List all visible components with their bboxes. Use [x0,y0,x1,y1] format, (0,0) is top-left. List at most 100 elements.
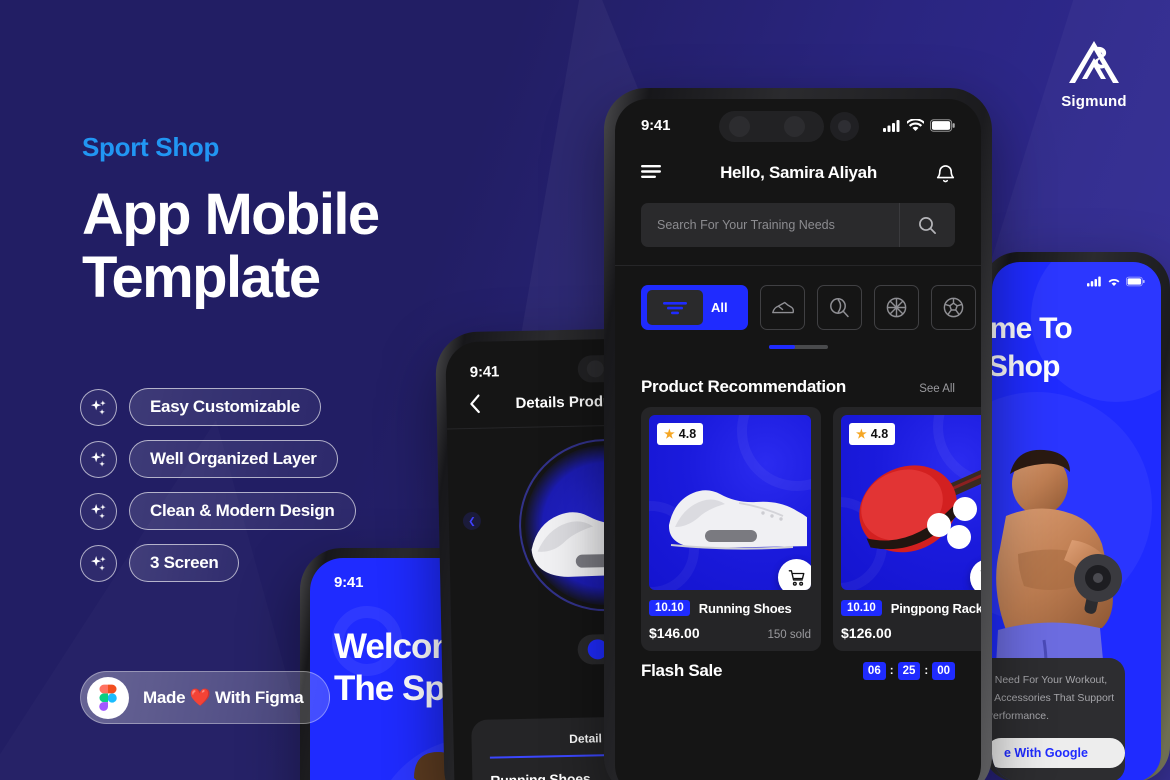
cart-icon [980,569,981,571]
search-bar[interactable] [641,203,955,247]
signin-title-line-2: Sport Shop [992,349,1060,383]
timer-minutes: 25 [897,662,921,680]
made-with-figma-badge: Made ❤️ With Figma [80,671,331,724]
front-camera [830,112,859,141]
feature-label: Clean & Modern Design [129,492,356,530]
pingpong-icon [830,297,849,317]
sigmund-logo-icon [1069,41,1119,83]
category-shoe[interactable] [759,285,805,330]
brand-logo: Sigmund [1044,38,1144,110]
recommendation-list: ★ 4.8 10.10 Running Shoes $146.00 150 so… [641,407,981,651]
recommendation-see-all[interactable]: See All [919,383,955,395]
product-price: $146.00 [649,625,700,641]
chevron-left-icon[interactable] [468,394,481,414]
cart-icon [788,569,804,586]
category-football[interactable] [930,285,976,330]
search-input[interactable] [641,218,899,232]
signin-desc-line-1: u Need For Your Workout, [992,674,1108,686]
running-shoe-image [668,490,807,550]
wifi-icon [907,119,924,132]
filter-lines-icon [663,301,687,314]
add-to-cart-button[interactable] [778,559,811,590]
phone-signin-mockup: Welcome To Sport Shop u Need For Your Wo… [982,252,1170,780]
product-name: Pingpong Racket [890,600,981,616]
feature-label: Easy Customizable [129,388,321,426]
product-rating-value: 4.8 [678,427,697,441]
signin-google-label: e With Google [1004,745,1088,760]
pager-track[interactable] [768,345,828,349]
hero-title-line-2: Template [82,245,321,311]
flash-sale-title: Flash Sale [641,661,723,680]
phone-screen: 9:41 Hello, Samira Aliyah Search For You… [615,99,981,780]
hero-title-line-1: App Mobile [82,182,380,247]
product-card[interactable]: ★ 4.8 10.10 Running Shoes $146.00 150 so… [641,407,821,651]
search-button[interactable] [899,203,955,247]
feature-label: Well Organized Layer [129,440,338,478]
signin-title: Welcome To Sport Shop [992,310,1073,385]
dynamic-island [719,111,824,142]
star-icon: ★ [664,427,675,441]
recommendation-title: Product Recommendation [641,377,846,396]
flash-sale-timer: 06 : 25 : 00 [862,662,955,680]
filter-icon[interactable] [647,290,703,325]
status-time: 9:41 [469,363,500,381]
sparkle-icon [80,388,117,426]
product-footer: $146.00 150 sold [649,625,811,641]
product-rating: ★ 4.8 [657,423,704,445]
category-pingpong[interactable] [816,285,862,330]
hero-text-block: Sport Shop App Mobile Template [82,132,502,309]
feature-list: Easy Customizable Well Organized Layer C… [80,388,356,596]
sparkle-icon [80,544,117,582]
product-image: ★ 4.8 [649,415,811,590]
bell-icon[interactable] [936,163,955,184]
battery-icon [930,119,955,132]
shoe-icon [772,301,795,313]
recommendation-header: Product Recommendation See All [641,377,955,397]
product-price: $126.00 [841,625,892,641]
status-bar [992,276,1161,287]
timer-seconds: 00 [932,662,955,680]
timer-separator: : [924,665,929,677]
brand-name: Sigmund [1061,93,1127,110]
signin-google-button[interactable]: e With Google [992,737,1125,768]
product-tag: 10.10 [841,600,882,616]
timer-hours: 06 [862,662,886,680]
divider [615,265,981,266]
feature-item: Clean & Modern Design [80,492,356,530]
product-name: Running Shoes [698,600,792,616]
status-time: 9:41 [641,117,671,134]
category-all-active[interactable]: All [641,285,748,330]
category-basketball[interactable] [873,285,919,330]
product-rating-value: 4.8 [870,427,889,441]
hero-title: App Mobile Template [82,182,502,311]
pingpong-racket-image [859,465,981,553]
basketball-icon [886,297,906,318]
signin-title-line-1: Welcome To [992,312,1073,345]
product-footer: $126.00 1 [841,625,981,641]
product-sold: 150 sold [767,629,811,641]
hamburger-icon[interactable] [641,165,661,181]
feature-item: Well Organized Layer [80,440,356,478]
product-meta: 10.10 Pingpong Racket [841,600,981,616]
search-icon [919,216,936,234]
product-tag: 10.10 [649,600,690,616]
pager-fill [768,345,795,349]
product-image: ★ 4.8 [841,415,981,590]
sparkle-icon [80,440,117,478]
battery-icon [1126,276,1145,287]
wifi-icon [1108,279,1120,287]
product-rating: ★ 4.8 [849,423,896,445]
product-meta: 10.10 Running Shoes [649,600,811,616]
signal-icon [1087,276,1101,287]
hero-eyebrow: Sport Shop [82,132,220,162]
feature-item: 3 Screen [80,544,356,582]
figma-icon [87,676,129,719]
product-card[interactable]: ★ 4.8 10.10 Pingpong Racket $126. [833,407,981,651]
sparkle-icon [80,492,117,530]
phone-screen: Welcome To Sport Shop u Need For Your Wo… [992,262,1161,780]
flash-sale-header: Flash Sale 06 : 25 : 00 [641,661,955,681]
signin-desc-line-2: e Accessories That Support [992,691,1115,704]
signin-sheet: u Need For Your Workout, e Accessories T… [992,658,1125,780]
category-all-label: All [711,300,728,315]
star-icon: ★ [856,427,867,441]
